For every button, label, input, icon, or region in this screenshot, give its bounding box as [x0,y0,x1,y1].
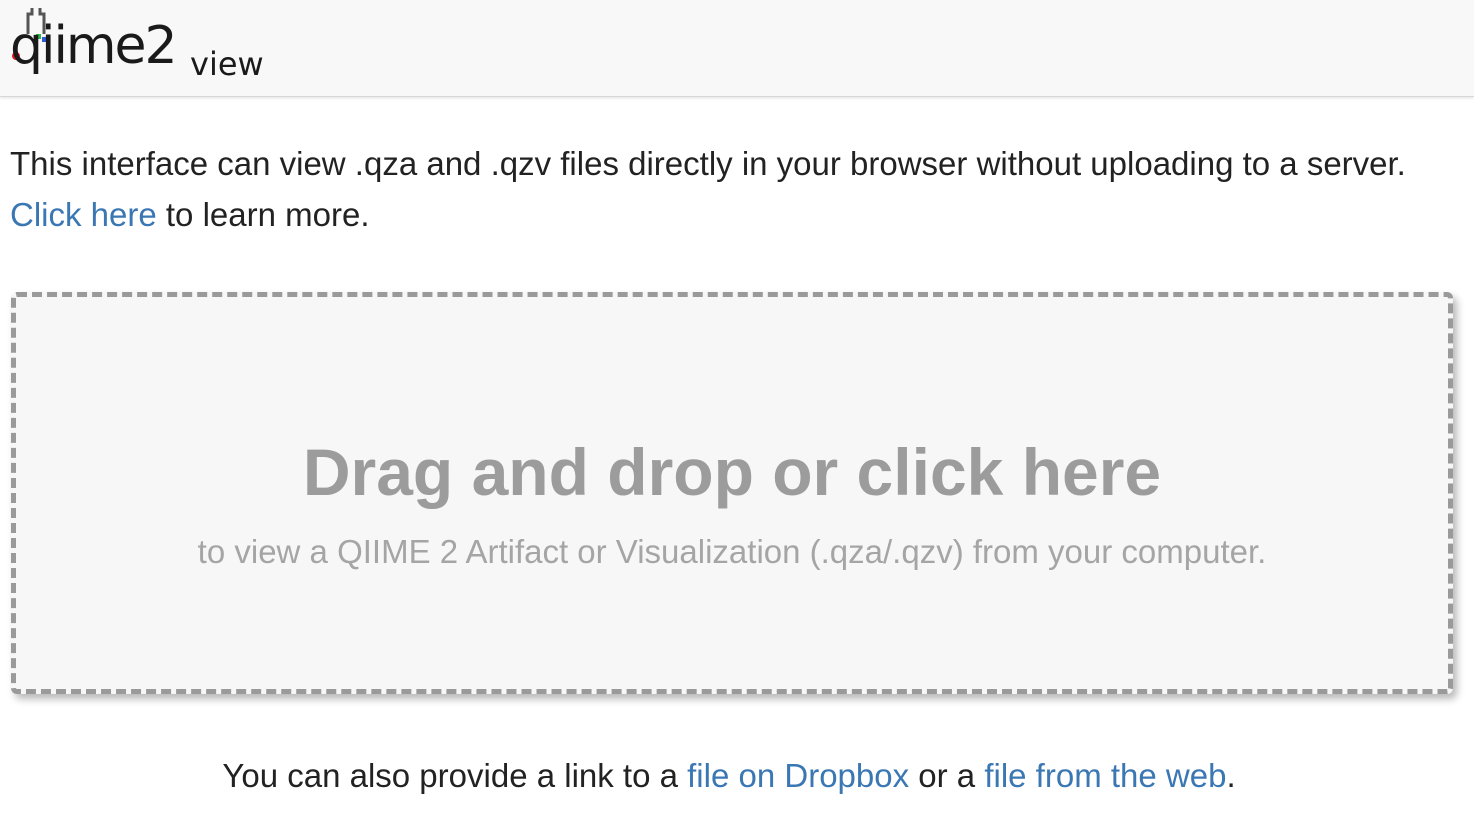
intro-paragraph: This interface can view .qza and .qzv fi… [10,138,1460,240]
logo-text: qiime2 [10,16,178,76]
file-dropzone[interactable]: Drag and drop or click here to view a QI… [11,292,1453,694]
navbar: qiime2 view [0,0,1474,97]
footer-text-end: . [1226,757,1236,794]
learn-more-link[interactable]: Click here [10,196,157,233]
footer-text-start: You can also provide a link to a [222,757,678,794]
intro-text: This interface can view .qza and .qzv fi… [10,145,1406,182]
dropbox-link[interactable]: file on Dropbox [687,757,909,794]
dropzone-title: Drag and drop or click here [302,435,1162,509]
alternate-sources-text: You can also provide a link to a file on… [0,754,1458,798]
qiime2-view-logo[interactable]: qiime2 view [10,6,270,90]
dropzone-subtitle: to view a QIIME 2 Artifact or Visualizat… [197,533,1267,570]
web-file-link[interactable]: file from the web [984,757,1226,794]
intro-text-end: to learn more. [165,196,370,233]
footer-text-middle: or a [918,757,976,794]
logo-suffix: view [190,45,264,83]
